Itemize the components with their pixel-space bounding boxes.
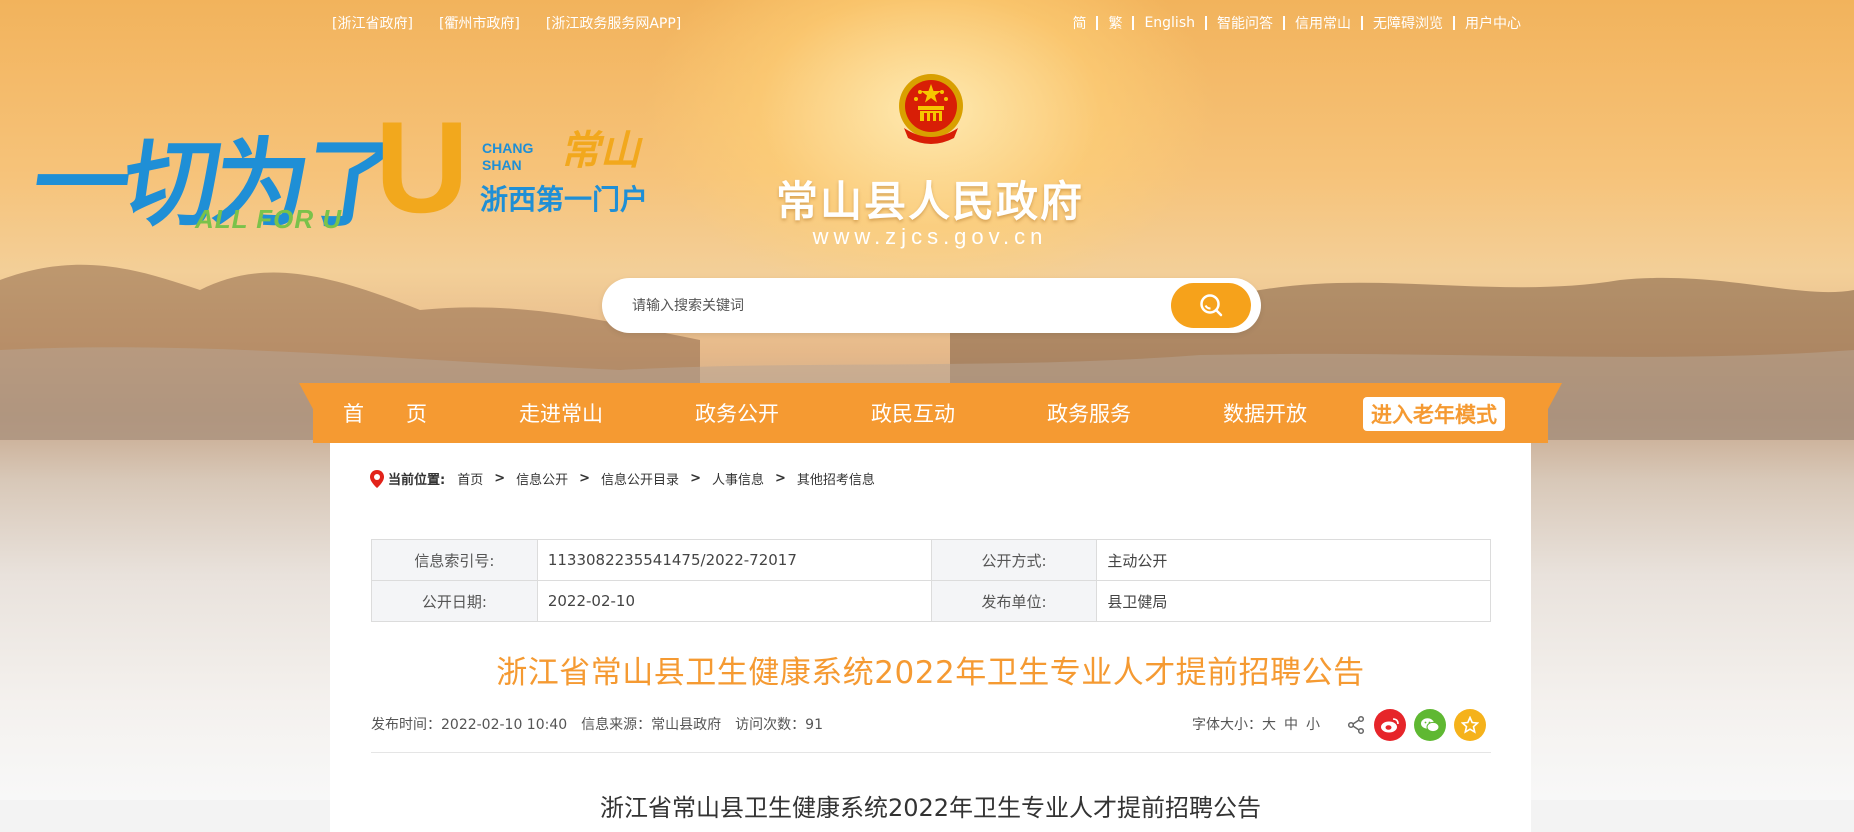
search-button[interactable] xyxy=(1171,283,1251,328)
date-label: 公开日期: xyxy=(371,580,538,622)
site-title: 常山县人民政府 xyxy=(775,177,1084,226)
table-row: 公开日期: 2022-02-10 发布单位: 县卫健局 xyxy=(371,580,1491,622)
breadcrumb: 当前位置: 首页 > 信息公开 > 信息公开目录 > 人事信息 > 其他招考信息 xyxy=(370,469,875,488)
slogan-changshan-cn: 常山 xyxy=(560,127,640,174)
nav-services[interactable]: 政务服务 xyxy=(1047,398,1223,428)
font-size-control: 字体大小： 大 中 小 xyxy=(1192,714,1320,734)
font-size-medium[interactable]: 中 xyxy=(1284,714,1298,734)
breadcrumb-info-public[interactable]: 信息公开 xyxy=(516,469,568,488)
search-icon xyxy=(1200,293,1223,316)
chevron-right-icon: > xyxy=(579,471,591,486)
content-panel: 当前位置: 首页 > 信息公开 > 信息公开目录 > 人事信息 > 其他招考信息… xyxy=(330,443,1531,832)
link-english[interactable]: English xyxy=(1144,15,1195,31)
nav-about-changshan[interactable]: 走进常山 xyxy=(519,398,695,428)
nav-home[interactable]: 首 页 xyxy=(343,398,519,428)
font-size-large[interactable]: 大 xyxy=(1262,714,1276,734)
slogan-gateway: 浙西第一门户 xyxy=(480,183,649,216)
visit-count: 访问次数：91 xyxy=(735,717,823,733)
info-meta-table: 信息索引号: 1133082235541475/2022-72017 公开方式:… xyxy=(371,539,1491,622)
info-source: 信息来源：常山县政府 xyxy=(581,717,722,733)
share-bar xyxy=(1346,709,1486,741)
weibo-icon xyxy=(1381,718,1399,733)
search-input[interactable] xyxy=(630,278,1170,333)
index-label: 信息索引号: xyxy=(371,539,538,581)
slogan-all-for-u: ALL FOR U xyxy=(195,204,343,234)
font-size-small[interactable]: 小 xyxy=(1306,714,1320,734)
breadcrumb-recruitment[interactable]: 其他招考信息 xyxy=(797,469,875,488)
link-credit-changshan[interactable]: 信用常山 xyxy=(1295,13,1351,33)
share-icon[interactable] xyxy=(1346,715,1366,735)
breadcrumb-home[interactable]: 首页 xyxy=(457,469,483,488)
separator xyxy=(1283,16,1285,30)
star-icon xyxy=(1461,716,1479,734)
slogan-u-letter: U xyxy=(375,94,469,240)
mode-label: 公开方式: xyxy=(930,539,1098,581)
link-smart-qa[interactable]: 智能问答 xyxy=(1217,13,1273,33)
wechat-icon xyxy=(1421,718,1440,733)
nav-gov-affairs[interactable]: 政务公开 xyxy=(695,398,871,428)
elder-mode-button[interactable]: 进入老年模式 xyxy=(1363,397,1505,431)
link-traditional[interactable]: 繁 xyxy=(1108,13,1122,33)
search-bar xyxy=(602,278,1261,333)
separator xyxy=(1205,16,1207,30)
top-links-right: 简 繁 English 智能问答 信用常山 无障碍浏览 用户中心 xyxy=(1072,13,1521,33)
breadcrumb-personnel[interactable]: 人事信息 xyxy=(712,469,764,488)
nav-open-data[interactable]: 数据开放 xyxy=(1223,398,1363,428)
separator xyxy=(1453,16,1455,30)
link-accessibility[interactable]: 无障碍浏览 xyxy=(1373,13,1443,33)
location-pin-icon xyxy=(370,469,384,488)
mode-value: 主动公开 xyxy=(1096,539,1491,581)
link-simplified[interactable]: 简 xyxy=(1072,13,1086,33)
divider xyxy=(371,752,1491,753)
chevron-right-icon: > xyxy=(690,471,701,486)
favorite-button[interactable] xyxy=(1454,709,1486,741)
main-nav: 首 页 走进常山 政务公开 政民互动 政务服务 数据开放 进入老年模式 xyxy=(299,383,1562,443)
site-url: www.zjcs.gov.cn xyxy=(812,224,1048,249)
link-quzhou-gov[interactable]: [衢州市政府] xyxy=(439,13,520,33)
chevron-right-icon: > xyxy=(774,471,786,486)
slogan-logo: 一切为了 U ALL FOR U CHANG SHAN 常山 浙西第一门户 xyxy=(26,94,670,240)
link-zj-service-app[interactable]: [浙江政务服务网APP] xyxy=(546,13,681,33)
publish-time: 发布时间：2022-02-10 10:40 xyxy=(371,717,568,733)
link-user-center[interactable]: 用户中心 xyxy=(1465,13,1521,33)
chevron-right-icon: > xyxy=(494,471,506,486)
separator xyxy=(1361,16,1363,30)
font-size-label: 字体大小： xyxy=(1192,717,1262,733)
article-body-title: 浙江省常山县卫生健康系统2022年卫生专业人才提前招聘公告 xyxy=(599,794,1262,822)
article-title: 浙江省常山县卫生健康系统2022年卫生专业人才提前招聘公告 xyxy=(496,655,1365,691)
top-links-left: [浙江省政府] [衢州市政府] [浙江政务服务网APP] xyxy=(332,13,681,33)
unit-label: 发布单位: xyxy=(930,580,1098,622)
index-value: 1133082235541475/2022-72017 xyxy=(536,539,932,581)
article-info: 发布时间：2022-02-10 10:40 信息来源：常山县政府 访问次数：91 xyxy=(371,714,823,734)
nav-interaction[interactable]: 政民互动 xyxy=(871,398,1047,428)
link-zhejiang-gov[interactable]: [浙江省政府] xyxy=(332,13,413,33)
national-emblem-icon xyxy=(899,74,963,144)
separator xyxy=(1132,16,1135,30)
wechat-share-button[interactable] xyxy=(1414,709,1446,741)
slogan-changshan-en: CHANG SHAN xyxy=(482,140,534,173)
separator xyxy=(1096,16,1099,30)
breadcrumb-info-catalog[interactable]: 信息公开目录 xyxy=(601,469,679,488)
breadcrumb-label: 当前位置: xyxy=(388,473,446,488)
weibo-share-button[interactable] xyxy=(1374,709,1406,741)
date-value: 2022-02-10 xyxy=(536,580,932,622)
table-row: 信息索引号: 1133082235541475/2022-72017 公开方式:… xyxy=(371,539,1491,581)
unit-value: 县卫健局 xyxy=(1096,580,1491,622)
